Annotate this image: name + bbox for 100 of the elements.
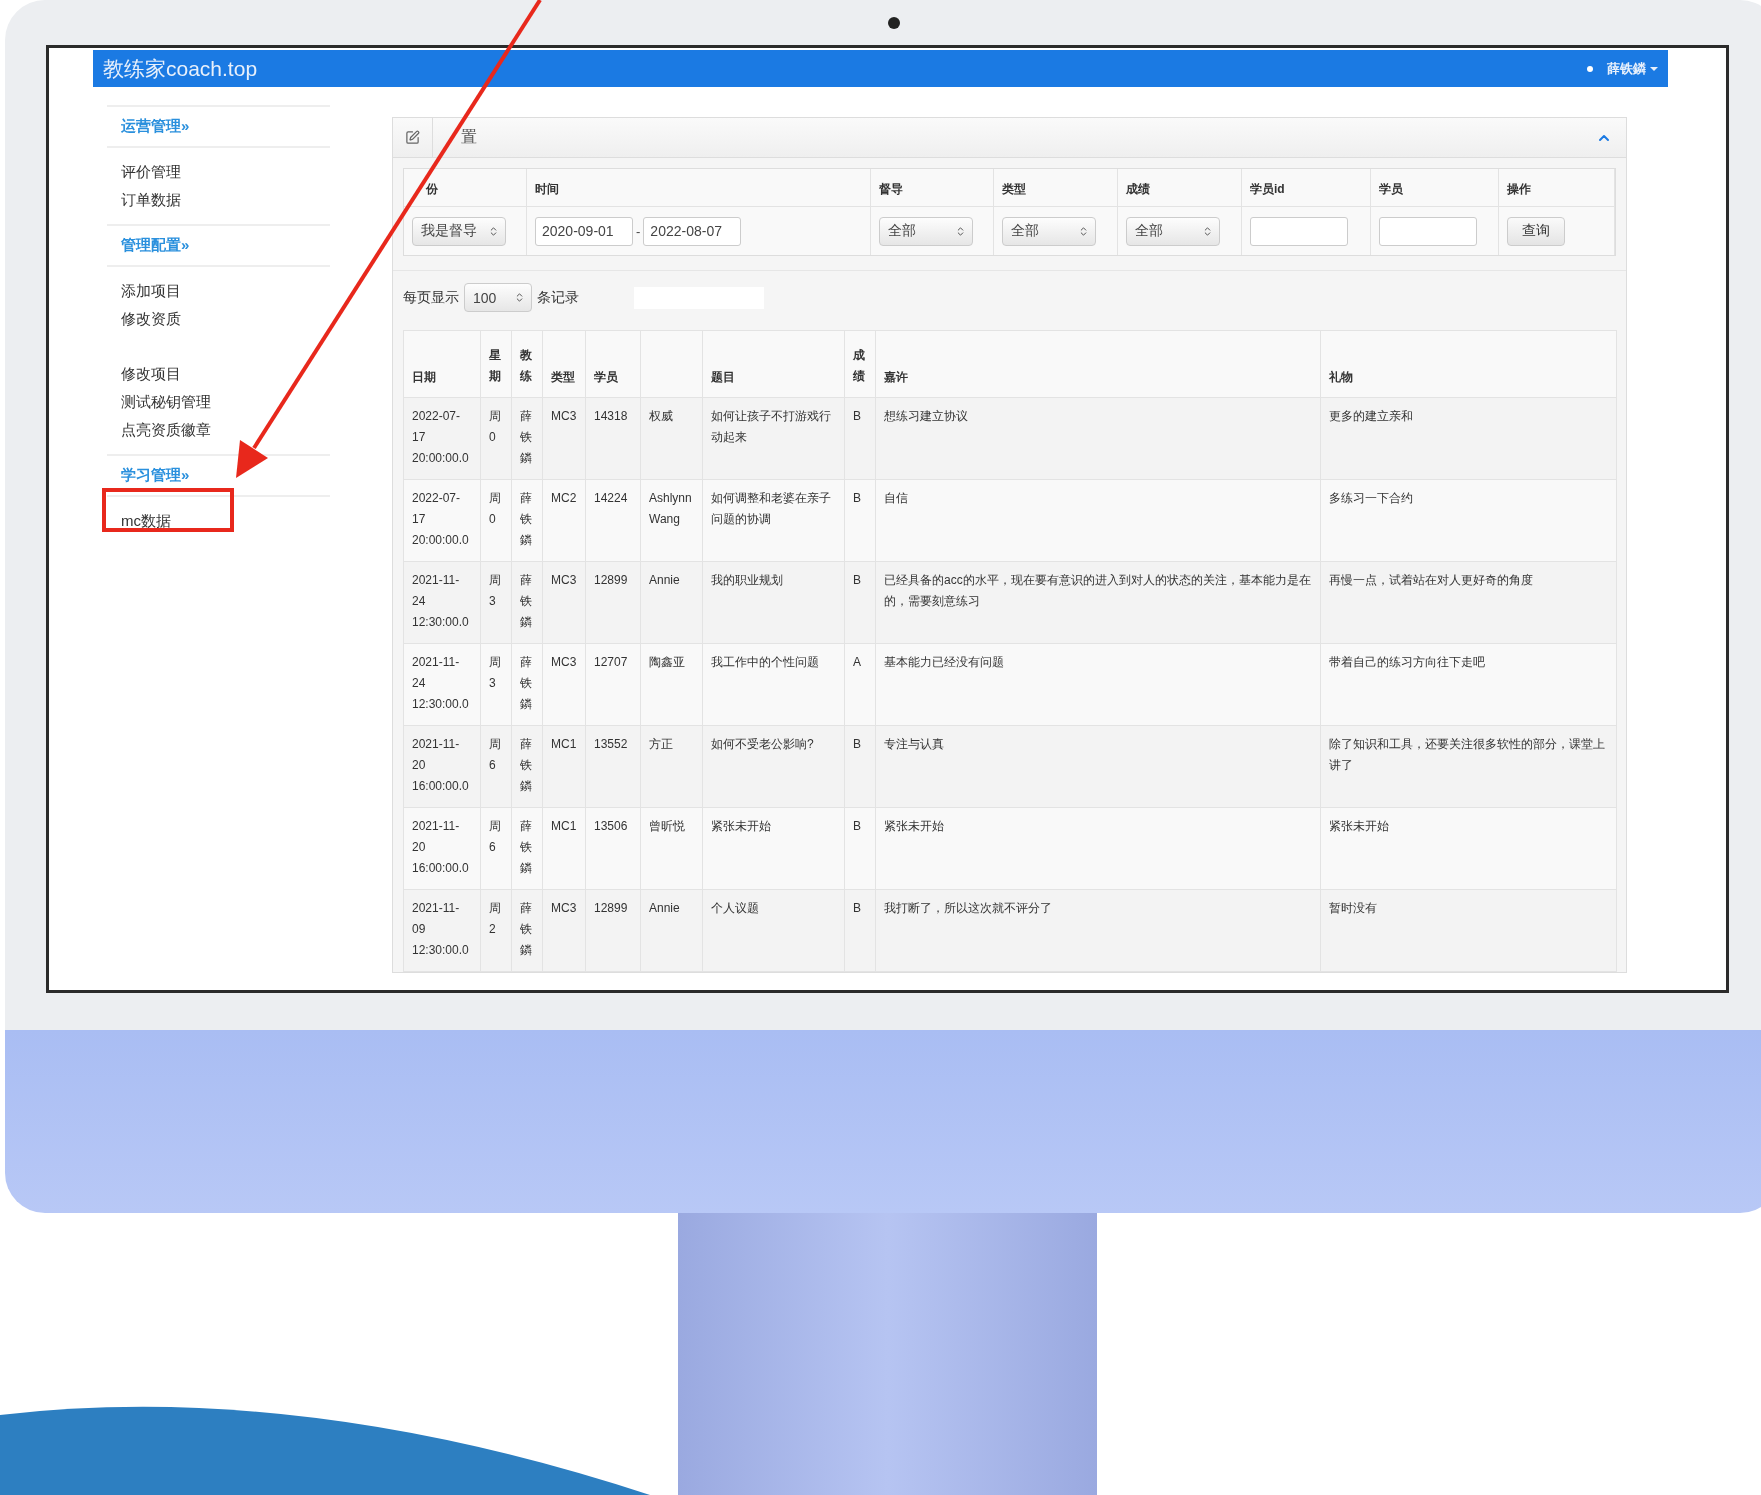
user-menu[interactable]: 薛铁鏻 [1587,59,1658,78]
table-cell: 已经具备的acc的水平，现在要有意识的进入到对人的状态的关注，基本能力是在的，需要刻意练习 [875,561,1321,644]
table-cell: 自信 [875,479,1321,562]
sidebar-item[interactable]: 评价管理 [121,158,181,186]
table-cell: 2022-07-17 20:00:00.0 [403,397,481,480]
text-field[interactable] [1250,216,1348,246]
select-field[interactable]: 全部 [879,216,973,246]
table-cell: 我打断了，所以这次就不评分了 [875,889,1321,972]
table-cell: MC3 [542,643,586,726]
updown-icon [488,225,499,237]
sidebar-item[interactable]: 修改资质 [121,305,181,333]
table-cell: B [844,397,876,480]
table-cell: MC3 [542,889,586,972]
select-field[interactable]: 全部 [1126,216,1220,246]
table-cell: 基本能力已经没有问题 [875,643,1321,726]
updown-icon [514,292,525,303]
table-cell: 14224 [585,479,641,562]
table-cell: 12707 [585,643,641,726]
column-header: 日期 [403,330,481,398]
table-cell: 我的职业规划 [702,561,845,644]
table-cell: 周 0 [480,479,512,562]
filter-label: 督导 [871,169,994,207]
table-cell: B [844,889,876,972]
sidebar-item[interactable]: 添加项目 [121,277,181,305]
select-field[interactable]: 我是督导 [412,216,506,246]
table-cell: B [844,479,876,562]
table-cell: Ashlynn Wang [640,479,703,562]
sidebar-item[interactable]: 修改项目 [121,360,181,388]
updown-icon [955,225,966,237]
brand-title: 教练家coach.top [103,55,258,82]
table-cell: 2021-11-24 12:30:00.0 [403,561,481,644]
updown-icon [1078,225,1089,237]
table-cell: 陶鑫亚 [640,643,703,726]
column-header: 嘉许 [875,330,1321,398]
table-cell: 我工作中的个性问题 [702,643,845,726]
table-cell: 紧张未开始 [1320,807,1617,890]
table-cell: 如何不受老公影响? [702,725,845,808]
column-header: 教练 [511,330,543,398]
table-cell: 个人议题 [702,889,845,972]
sidebar-item[interactable]: 订单数据 [121,186,181,214]
filter-label: 类型 [994,169,1118,207]
text-field[interactable] [1379,216,1477,246]
table-cell: 13552 [585,725,641,808]
table-cell: 薛铁鏻 [511,889,543,972]
table-cell: 12899 [585,561,641,644]
sidebar-item[interactable]: 点亮资质徽章 [121,416,211,444]
page-size-select[interactable]: 100 [464,283,532,312]
table-cell: 薛铁鏻 [511,397,543,480]
table-cell: 权威 [640,397,703,480]
table-cell: 薛铁鏻 [511,561,543,644]
sidebar-item[interactable]: mc数据 [121,507,171,535]
table-cell: 2021-11-20 16:00:00.0 [403,807,481,890]
select-field[interactable]: 全部 [1002,216,1096,246]
table-cell: 14318 [585,397,641,480]
filter-label: 时间 [527,169,871,207]
filter-label: 操作 [1499,169,1615,207]
sidebar-item[interactable]: 测试秘钥管理 [121,388,211,416]
table-cell: 薛铁鏻 [511,479,543,562]
table-cell: 2021-11-09 12:30:00.0 [403,889,481,972]
table-cell: MC2 [542,479,586,562]
table-cell: 专注与认真 [875,725,1321,808]
table-cell: 如何调整和老婆在亲子问题的协调 [702,479,845,562]
table-cell: 12899 [585,889,641,972]
date-field[interactable]: 2022-08-07 [643,216,742,246]
table-cell: A [844,643,876,726]
table-cell: B [844,807,876,890]
table-cell: 周 6 [480,807,512,890]
table-cell: 更多的建立亲和 [1320,397,1617,480]
table-cell: MC3 [542,397,586,480]
table-cell: 除了知识和工具，还要关注很多软性的部分，课堂上讲了 [1320,725,1617,808]
table-cell: 暂时没有 [1320,889,1617,972]
table-cell: 薛铁鏻 [511,643,543,726]
table-cell: 曾昕悦 [640,807,703,890]
table-cell: 方正 [640,725,703,808]
table-cell: Annie [640,889,703,972]
table-cell: 紧张未开始 [702,807,845,890]
updown-icon [1202,225,1213,237]
table-cell: 周 3 [480,643,512,726]
column-header: 成绩 [844,330,876,398]
column-header: 类型 [542,330,586,398]
date-field[interactable]: 2020-09-01 [535,216,633,246]
range-separator: - [636,223,641,239]
table-cell: 带着自己的练习方向往下走吧 [1320,643,1617,726]
table-cell: 周 0 [480,397,512,480]
filter-label: 学员 [1371,169,1499,207]
table-cell: MC1 [542,807,586,890]
table-cell: 紧张未开始 [875,807,1321,890]
table-cell: 周 3 [480,561,512,644]
table-cell: MC1 [542,725,586,808]
column-header: 学员 [585,330,641,398]
table-cell: 想练习建立协议 [875,397,1321,480]
filter-label: 学员id [1242,169,1371,207]
table-cell: 周 6 [480,725,512,808]
table-cell: 薛铁鏻 [511,807,543,890]
table-cell: 多练习一下合约 [1320,479,1617,562]
query-button[interactable]: 查询 [1507,216,1565,246]
table-cell: 如何让孩子不打游戏行动起来 [702,397,845,480]
table-cell: MC3 [542,561,586,644]
table-cell: 13506 [585,807,641,890]
table-cell: 薛铁鏻 [511,725,543,808]
